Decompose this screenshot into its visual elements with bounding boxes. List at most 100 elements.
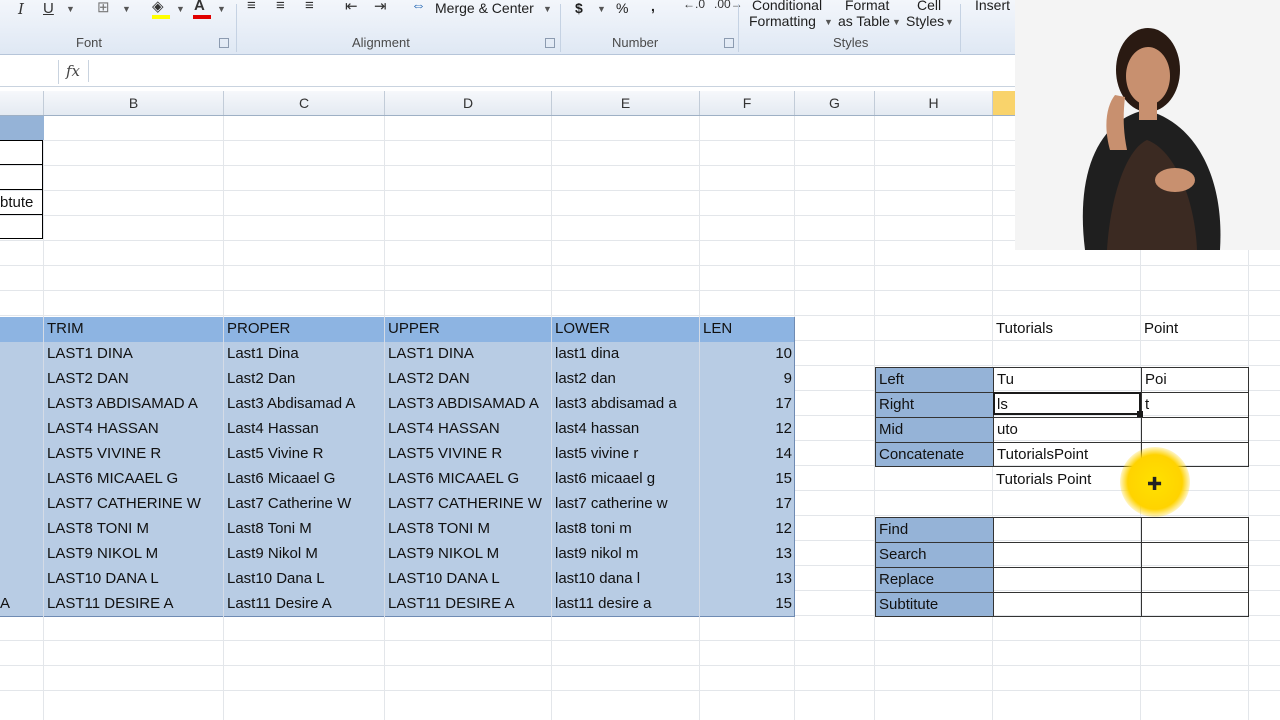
value-tutorials-point-spaced[interactable]: Tutorials Point bbox=[993, 468, 1141, 493]
table-cell[interactable]: LAST9 NIKOL M bbox=[385, 542, 552, 567]
table-cell[interactable]: last2 dan bbox=[552, 367, 700, 392]
table-cell[interactable]: last8 toni m bbox=[552, 517, 700, 542]
align-center-icon[interactable]: ≡ bbox=[276, 0, 285, 14]
merge-center-icon[interactable]: ⇔ bbox=[411, 0, 426, 14]
label-subtitute[interactable]: Subtitute bbox=[876, 593, 993, 616]
cell-a1[interactable] bbox=[0, 116, 44, 140]
table-cell[interactable]: Last3 Abdisamad A bbox=[224, 392, 385, 417]
table-cell[interactable]: last11 desire a bbox=[552, 592, 700, 617]
cell-a4-text[interactable]: btute bbox=[0, 191, 43, 216]
table-cell-len[interactable]: 17 bbox=[700, 492, 795, 517]
table-header-lower[interactable]: LOWER bbox=[552, 317, 700, 342]
table-cell[interactable]: LAST4 HASSAN bbox=[44, 417, 224, 442]
value-search-1[interactable] bbox=[994, 543, 1140, 567]
column-header-h[interactable]: H bbox=[875, 91, 993, 115]
column-header-c[interactable]: C bbox=[224, 91, 385, 115]
font-dialog-launcher-icon[interactable] bbox=[219, 38, 229, 48]
align-left-icon[interactable]: ≡ bbox=[247, 0, 256, 14]
table-cell[interactable]: last10 dana l bbox=[552, 567, 700, 592]
table-cell[interactable]: last1 dina bbox=[552, 342, 700, 367]
table-cell[interactable]: Last2 Dan bbox=[224, 367, 385, 392]
value-replace-2[interactable] bbox=[1142, 568, 1248, 592]
table-header-len[interactable]: LEN bbox=[700, 317, 795, 342]
table-cell[interactable]: last4 hassan bbox=[552, 417, 700, 442]
column-header-e[interactable]: E bbox=[552, 91, 700, 115]
table-cell[interactable]: LAST7 CATHERINE W bbox=[44, 492, 224, 517]
table-cell[interactable]: LAST10 DANA L bbox=[44, 567, 224, 592]
insert-function-icon[interactable]: fx bbox=[66, 62, 80, 80]
column-header-g[interactable]: G bbox=[795, 91, 875, 115]
percent-button[interactable]: % bbox=[616, 0, 628, 16]
value-mid-2[interactable] bbox=[1142, 418, 1248, 442]
value-find-2[interactable] bbox=[1142, 518, 1248, 542]
format-as-table-label-2[interactable]: as Table bbox=[838, 13, 890, 29]
value-right-2[interactable]: t bbox=[1142, 393, 1248, 417]
table-cell-len[interactable]: 17 bbox=[700, 392, 795, 417]
conditional-formatting-label-1[interactable]: Conditional bbox=[752, 0, 822, 13]
insert-button[interactable]: Insert bbox=[975, 0, 1010, 13]
underline-dropdown-icon[interactable]: ▼ bbox=[66, 4, 75, 14]
table-cell-len[interactable]: 9 bbox=[700, 367, 795, 392]
table-cell[interactable]: last7 catherine w bbox=[552, 492, 700, 517]
cell-styles-dropdown-icon[interactable]: ▼ bbox=[945, 17, 954, 27]
fill-handle[interactable] bbox=[1137, 411, 1143, 417]
column-header-d[interactable]: D bbox=[385, 91, 552, 115]
font-color-icon[interactable]: A bbox=[194, 0, 205, 14]
value-find-1[interactable] bbox=[994, 518, 1140, 542]
format-as-table-label-1[interactable]: Format bbox=[845, 0, 889, 13]
increase-decimal-icon[interactable]: ←.0 bbox=[683, 0, 705, 11]
table-header-a[interactable] bbox=[0, 317, 44, 342]
value-subtitute-2[interactable] bbox=[1142, 593, 1248, 616]
underline-icon[interactable]: U bbox=[43, 0, 54, 17]
table-header-upper[interactable]: UPPER bbox=[385, 317, 552, 342]
name-box[interactable] bbox=[0, 60, 59, 84]
value-left-2[interactable]: Poi bbox=[1142, 368, 1248, 392]
table-cell[interactable]: LAST2 DAN bbox=[44, 367, 224, 392]
borders-dropdown-icon[interactable]: ▼ bbox=[122, 4, 131, 14]
table-cell[interactable]: last3 abdisamad a bbox=[552, 392, 700, 417]
table-cell[interactable]: Last8 Toni M bbox=[224, 517, 385, 542]
cell-a15-text[interactable]: A bbox=[0, 592, 37, 617]
label-search[interactable]: Search bbox=[876, 543, 993, 567]
table-cell-len[interactable]: 15 bbox=[700, 467, 795, 492]
table-cell-len[interactable]: 10 bbox=[700, 342, 795, 367]
cell-styles-label-1[interactable]: Cell bbox=[917, 0, 941, 13]
align-right-icon[interactable]: ≡ bbox=[305, 0, 314, 14]
column-header-a[interactable] bbox=[0, 91, 44, 115]
table-cell[interactable]: Last6 Micaael G bbox=[224, 467, 385, 492]
decrease-indent-icon[interactable]: ⇤ bbox=[345, 0, 358, 15]
table-cell-len[interactable]: 15 bbox=[700, 592, 795, 617]
value-left-1[interactable]: Tu bbox=[994, 368, 1140, 392]
table-cell[interactable]: LAST10 DANA L bbox=[385, 567, 552, 592]
label-mid[interactable]: Mid bbox=[876, 418, 993, 442]
table-cell-len[interactable]: 13 bbox=[700, 567, 795, 592]
table-cell-len[interactable]: 14 bbox=[700, 442, 795, 467]
table-cell[interactable]: Last10 Dana L bbox=[224, 567, 385, 592]
table-cell[interactable]: LAST7 CATHERINE W bbox=[385, 492, 552, 517]
table-cell[interactable]: Last1 Dina bbox=[224, 342, 385, 367]
header-value-tutorials[interactable]: Tutorials bbox=[993, 317, 1141, 342]
cell-styles-label-2[interactable]: Styles bbox=[906, 13, 944, 29]
currency-dropdown-icon[interactable]: ▼ bbox=[597, 4, 606, 14]
active-cell-selection[interactable] bbox=[993, 392, 1141, 415]
header-value-point[interactable]: Point bbox=[1141, 317, 1249, 342]
currency-button[interactable]: $ bbox=[575, 0, 583, 16]
table-cell[interactable]: LAST11 DESIRE A bbox=[44, 592, 224, 617]
table-cell[interactable]: LAST3 ABDISAMAD A bbox=[385, 392, 552, 417]
value-search-2[interactable] bbox=[1142, 543, 1248, 567]
borders-icon[interactable]: ⊞ bbox=[97, 0, 110, 16]
increase-indent-icon[interactable]: ⇥ bbox=[374, 0, 387, 15]
value-concatenate-1[interactable]: TutorialsPoint bbox=[994, 443, 1140, 466]
table-cell[interactable]: Last4 Hassan bbox=[224, 417, 385, 442]
label-replace[interactable]: Replace bbox=[876, 568, 993, 592]
conditional-formatting-dropdown-icon[interactable]: ▼ bbox=[824, 17, 833, 27]
table-cell[interactable]: Last9 Nikol M bbox=[224, 542, 385, 567]
label-left[interactable]: Left bbox=[876, 368, 993, 392]
table-cell[interactable]: LAST6 MICAAEL G bbox=[44, 467, 224, 492]
table-cell[interactable]: LAST1 DINA bbox=[44, 342, 224, 367]
table-cell-len[interactable]: 13 bbox=[700, 542, 795, 567]
table-cell-len[interactable]: 12 bbox=[700, 417, 795, 442]
fill-color-dropdown-icon[interactable]: ▼ bbox=[176, 4, 185, 14]
column-header-f[interactable]: F bbox=[700, 91, 795, 115]
table-cell[interactable]: LAST11 DESIRE A bbox=[385, 592, 552, 617]
